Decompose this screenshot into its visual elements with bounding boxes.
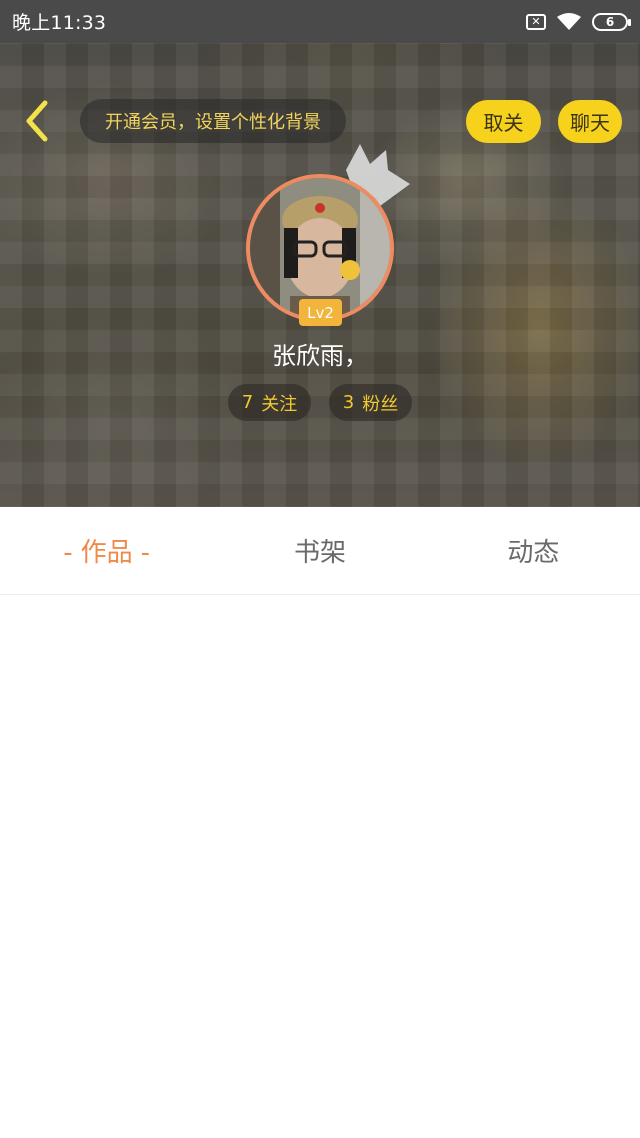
status-time: 晚上11:33 xyxy=(12,12,107,34)
level-text: Lv2 xyxy=(307,303,334,322)
sim-off-icon: ✕ xyxy=(526,13,546,30)
unfollow-label: 取关 xyxy=(483,111,524,135)
profile-screen: 晚上11:33 ✕ 6 开通会员，设置个性化背景 取关 聊天 Lv2 张欣雨， … xyxy=(0,0,640,1138)
following-count: 7 xyxy=(241,392,254,413)
back-button[interactable] xyxy=(14,98,58,144)
username: 张欣雨， xyxy=(272,342,368,370)
chevron-left-icon xyxy=(26,100,48,142)
vip-banner-text: 开通会员，设置个性化背景 xyxy=(105,112,321,133)
tab-content xyxy=(0,596,640,1138)
tab-bookshelf[interactable]: 书架 xyxy=(213,532,426,569)
following-button[interactable]: 7 关注 xyxy=(228,384,311,421)
status-icons: ✕ 6 xyxy=(526,12,631,32)
tab-works-label: 作品 xyxy=(80,538,133,568)
vip-background-banner[interactable]: 开通会员，设置个性化背景 xyxy=(80,99,346,143)
profile-tabs: - 作品 - 书架 动态 xyxy=(0,507,640,595)
tab-works[interactable]: - 作品 - xyxy=(0,532,213,569)
fans-count: 3 xyxy=(342,392,355,413)
level-badge: Lv2 xyxy=(299,299,342,326)
chat-button[interactable]: 聊天 xyxy=(558,100,622,143)
battery-tip xyxy=(628,18,631,26)
profile-header: 晚上11:33 ✕ 6 开通会员，设置个性化背景 取关 聊天 Lv2 张欣雨， … xyxy=(0,0,640,507)
tab-dash-left: - xyxy=(63,538,73,568)
wifi-icon xyxy=(557,12,581,30)
avatar-photo xyxy=(250,178,390,318)
fans-button[interactable]: 3 粉丝 xyxy=(329,384,412,421)
battery-icon: 6 xyxy=(592,12,631,31)
fans-label: 粉丝 xyxy=(362,393,399,415)
tab-activity-label: 动态 xyxy=(507,538,560,568)
following-label: 关注 xyxy=(261,393,298,415)
tab-bookshelf-label: 书架 xyxy=(293,538,346,568)
status-bar: 晚上11:33 ✕ 6 xyxy=(0,0,640,43)
tab-dash-right: - xyxy=(140,538,151,568)
unfollow-button[interactable]: 取关 xyxy=(466,100,541,143)
tab-activity[interactable]: 动态 xyxy=(427,532,640,569)
battery-level: 6 xyxy=(605,14,615,29)
chat-label: 聊天 xyxy=(570,111,610,135)
